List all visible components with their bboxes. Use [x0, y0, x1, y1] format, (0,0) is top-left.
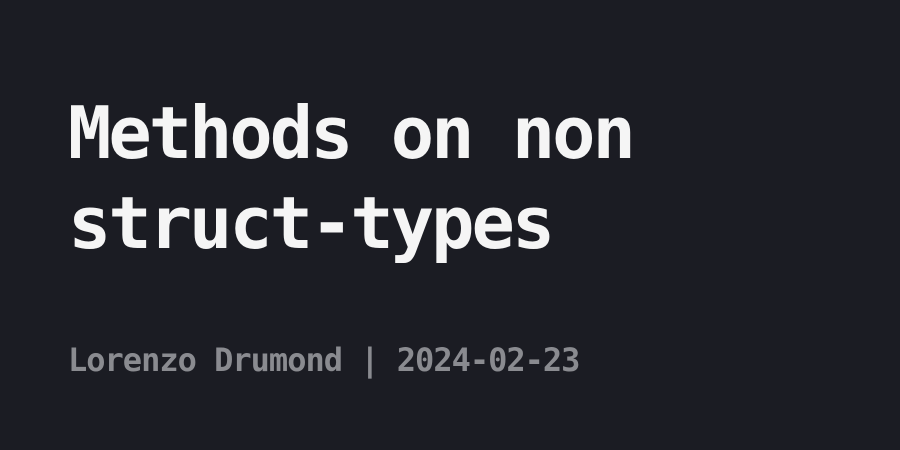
author-name: Lorenzo Drumond	[68, 341, 343, 379]
meta-separator: |	[341, 341, 397, 379]
post-meta: Lorenzo Drumond | 2024-02-23	[68, 340, 581, 380]
post-title: Methods on non struct-types	[68, 91, 636, 265]
post-card: Methods on non struct-types Lorenzo Drum…	[0, 0, 900, 450]
post-date: 2024-02-23	[396, 341, 581, 379]
